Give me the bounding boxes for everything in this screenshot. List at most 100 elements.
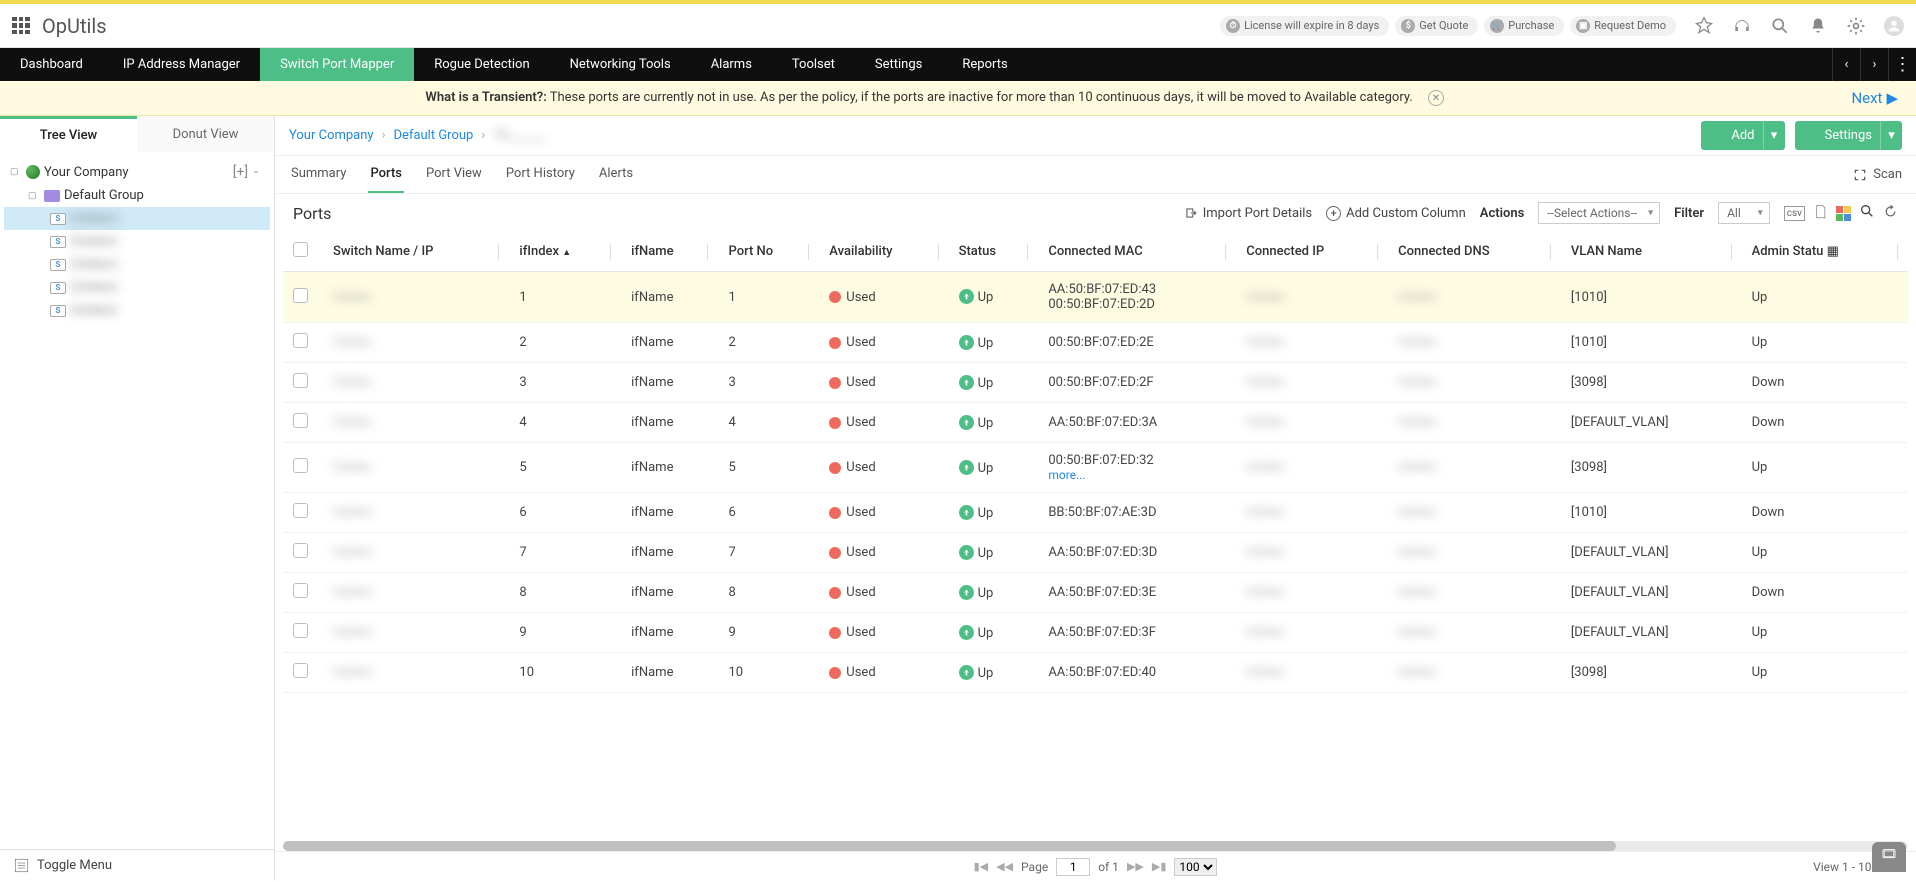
remove-node-icon[interactable]: - [254,164,258,180]
subtab-port-view[interactable]: Port View [424,156,484,193]
breadcrumb-group[interactable]: Default Group [394,128,474,143]
col-vlan-name[interactable]: VLAN Name [1561,232,1742,272]
row-checkbox[interactable] [293,543,308,558]
tree-root[interactable]: ▢ Your Company [+]- [4,160,270,184]
row-checkbox[interactable] [293,583,308,598]
float-feedback-icon[interactable] [1872,842,1906,872]
actions-select[interactable]: --Select Actions-- [1538,202,1660,224]
nav-dashboard[interactable]: Dashboard [0,48,103,81]
subtab-ports[interactable]: Ports [368,156,404,193]
table-row[interactable]: hidden5ifName5UsedUp00:50:BF:07:ED:32mor… [283,443,1908,493]
pager-page-input[interactable] [1056,858,1090,876]
headset-icon[interactable] [1732,16,1752,36]
next-button[interactable]: Next ▶ [1851,89,1898,107]
pager-size-select[interactable]: 100 [1174,858,1217,876]
col-availability[interactable]: Availability [819,232,948,272]
tree-switch-3[interactable]: S(hidden) [4,276,270,299]
view-tab-donut-view[interactable]: Donut View [137,116,274,152]
gear-icon[interactable] [1846,16,1866,36]
tree-switch-4[interactable]: S(hidden) [4,299,270,322]
search-icon[interactable] [1770,16,1790,36]
table-row[interactable]: hidden1ifName1UsedUpAA:50:BF:07:ED:4300:… [283,272,1908,323]
settings-button[interactable]: Settings▾ [1795,121,1902,150]
toggle-menu-button[interactable]: Toggle Menu [0,849,274,881]
close-icon[interactable]: ✕ [1428,90,1444,106]
subtab-port-history[interactable]: Port History [504,156,577,193]
table-row[interactable]: hidden3ifName3UsedUp00:50:BF:07:ED:2Fhid… [283,363,1908,403]
tree-switch-2[interactable]: S(hidden) [4,253,270,276]
import-port-details-button[interactable]: Import Port Details [1184,206,1312,221]
subtab-alerts[interactable]: Alerts [597,156,635,193]
collapse-icon[interactable]: ▢ [10,167,22,177]
pager-next[interactable]: ▶▶ [1127,860,1144,873]
nav-more-icon[interactable]: ⋮ [1888,48,1916,81]
pager-prev[interactable]: ◀◀ [996,860,1013,873]
collapse-icon[interactable]: ▢ [28,191,40,201]
table-row[interactable]: hidden2ifName2UsedUp00:50:BF:07:ED:2Ehid… [283,323,1908,363]
pdf-export-icon[interactable] [1813,204,1828,223]
csv-export-icon[interactable]: csv [1784,206,1805,221]
table-row[interactable]: hidden6ifName6UsedUpBB:50:BF:07:AE:3Dhid… [283,493,1908,533]
filter-select[interactable]: All [1718,202,1770,224]
nav-rogue-detection[interactable]: Rogue Detection [414,48,549,81]
col-admin-statu[interactable]: Admin Statu ▦ [1742,232,1908,272]
col-checkbox[interactable] [283,232,323,272]
col-connected-mac[interactable]: Connected MAC [1038,232,1236,272]
pager-last[interactable]: ▶▮ [1152,860,1167,873]
rocket-icon[interactable] [1694,16,1714,36]
nav-ip-address-manager[interactable]: IP Address Manager [103,48,260,81]
col-switch-name-ip[interactable]: Switch Name / IP [323,232,509,272]
add-node-icon[interactable]: [+] [233,164,248,180]
nav-prev-icon[interactable]: ‹ [1832,48,1860,81]
table-row[interactable]: hidden4ifName4UsedUpAA:50:BF:07:ED:3Ahid… [283,403,1908,443]
search-icon[interactable] [1859,203,1875,223]
nav-toolset[interactable]: Toolset [772,48,855,81]
horizontal-scrollbar[interactable] [283,841,1908,851]
row-checkbox[interactable] [293,458,308,473]
row-checkbox[interactable] [293,413,308,428]
header-pill-2[interactable]: 🛒Purchase [1484,16,1564,36]
mac-more-link[interactable]: more... [1048,468,1226,482]
nav-next-icon[interactable]: › [1860,48,1888,81]
breadcrumb-company[interactable]: Your Company [289,128,374,143]
col-ifname[interactable]: ifName [621,232,718,272]
col-connected-ip[interactable]: Connected IP [1236,232,1388,272]
table-row[interactable]: hidden9ifName9UsedUpAA:50:BF:07:ED:3Fhid… [283,613,1908,653]
color-view-icon[interactable] [1836,206,1851,221]
row-checkbox[interactable] [293,663,308,678]
apps-grid-icon[interactable] [12,17,30,35]
table-row[interactable]: hidden8ifName8UsedUpAA:50:BF:07:ED:3Ehid… [283,573,1908,613]
column-settings-icon[interactable]: ▦ [1827,244,1839,259]
chevron-down-icon[interactable]: ▾ [1880,121,1902,150]
scan-button[interactable]: Scan [1853,167,1902,182]
nav-settings[interactable]: Settings [855,48,942,81]
nav-networking-tools[interactable]: Networking Tools [550,48,691,81]
col-connected-dns[interactable]: Connected DNS [1388,232,1561,272]
nav-alarms[interactable]: Alarms [691,48,772,81]
chevron-down-icon[interactable]: ▾ [1763,121,1785,150]
row-checkbox[interactable] [293,623,308,638]
row-checkbox[interactable] [293,333,308,348]
tree-switch-0[interactable]: S(hidden) [4,207,270,230]
row-checkbox[interactable] [293,503,308,518]
nav-switch-port-mapper[interactable]: Switch Port Mapper [260,48,414,81]
table-row[interactable]: hidden7ifName7UsedUpAA:50:BF:07:ED:3Dhid… [283,533,1908,573]
tree-switch-1[interactable]: S(hidden) [4,230,270,253]
refresh-icon[interactable] [1883,204,1898,223]
add-button[interactable]: Add▾ [1701,121,1784,150]
subtab-summary[interactable]: Summary [289,156,348,193]
col-ifindex[interactable]: ifIndex ▲ [509,232,621,272]
table-row[interactable]: hidden10ifName10UsedUpAA:50:BF:07:ED:40h… [283,653,1908,693]
col-port-no[interactable]: Port No [718,232,819,272]
view-tab-tree-view[interactable]: Tree View [0,116,137,152]
row-checkbox[interactable] [293,373,308,388]
add-custom-column-button[interactable]: + Add Custom Column [1326,206,1466,221]
tree-group[interactable]: ▢ Default Group [4,184,270,207]
nav-reports[interactable]: Reports [942,48,1027,81]
select-all-checkbox[interactable] [293,242,308,257]
row-checkbox[interactable] [293,288,308,303]
col-status[interactable]: Status [949,232,1039,272]
pager-first[interactable]: ▮◀ [974,860,989,873]
header-pill-0[interactable]: ⏱License will expire in 8 days [1220,16,1389,36]
header-pill-3[interactable]: ▣Request Demo [1570,16,1676,36]
